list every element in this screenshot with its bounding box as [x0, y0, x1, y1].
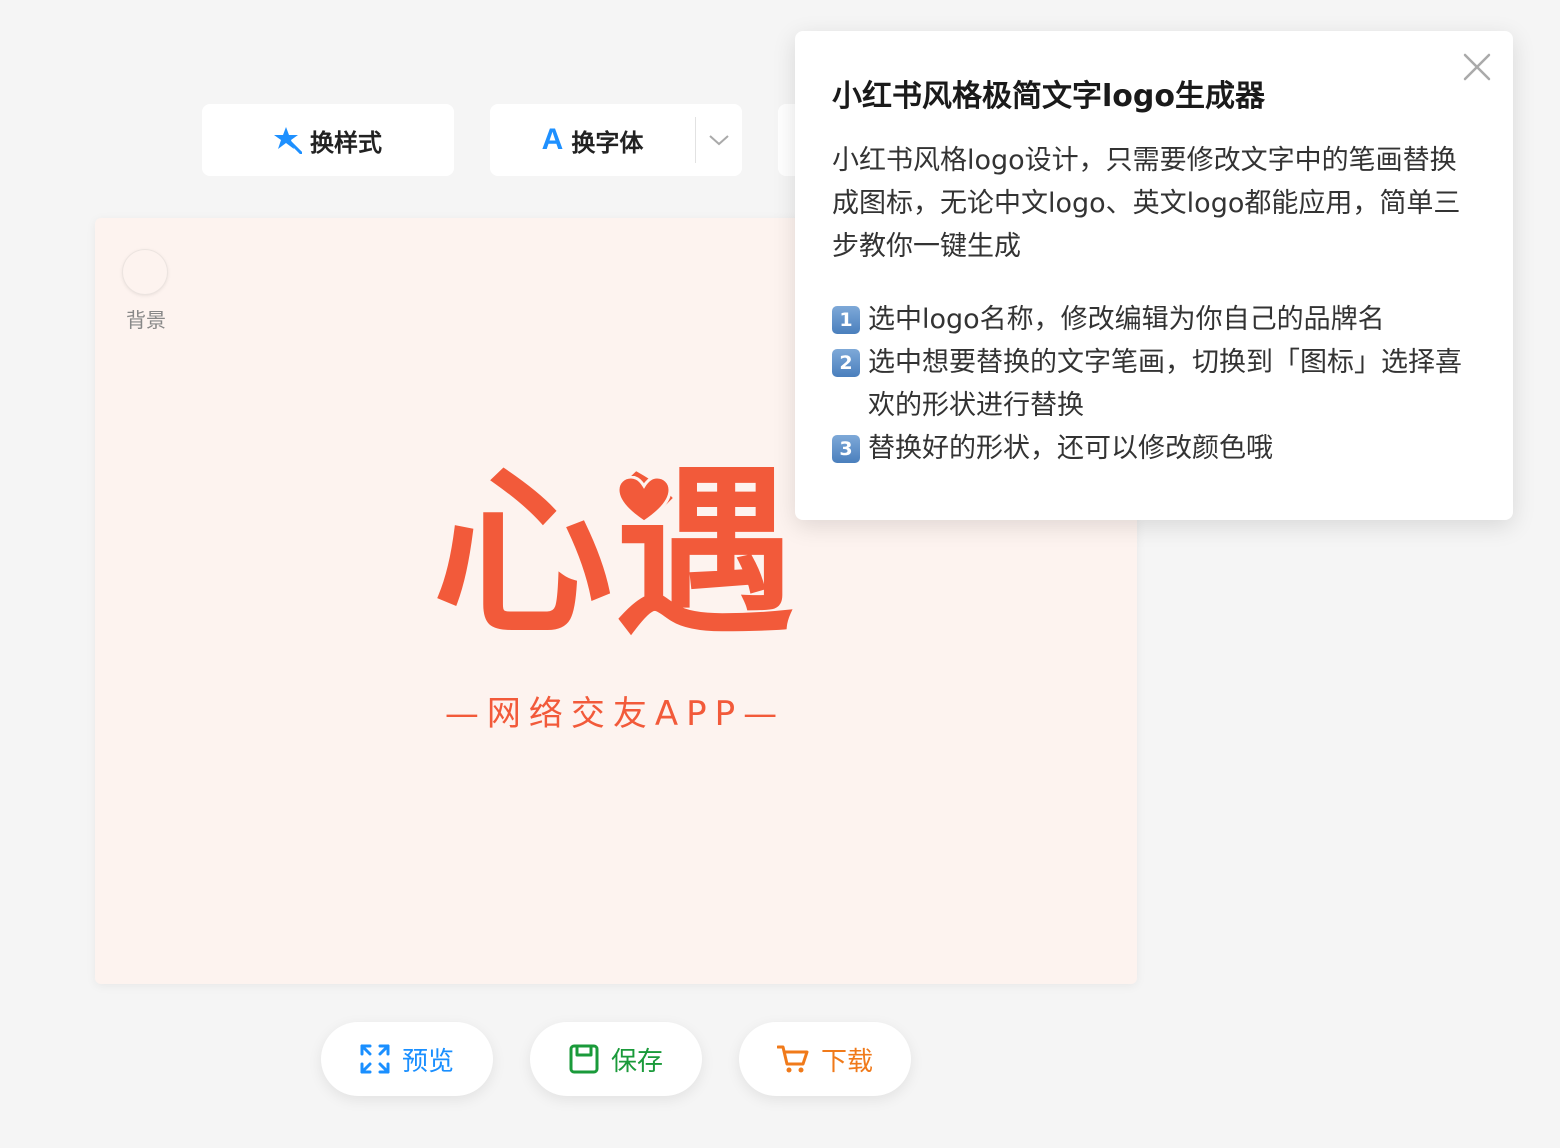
change-font-main[interactable]: A 换字体	[490, 104, 695, 176]
close-icon[interactable]	[1461, 51, 1493, 83]
step-text: 选中logo名称，修改编辑为你自己的品牌名	[868, 304, 1385, 335]
change-font-button[interactable]: A 换字体	[490, 104, 742, 176]
font-a-icon: A	[541, 123, 564, 156]
step-text: 替换好的形状，还可以修改颜色哦	[868, 433, 1273, 464]
heart-icon[interactable]	[617, 476, 671, 524]
expand-icon	[360, 1044, 390, 1074]
popup-title: 小红书风格极简文字logo生成器	[832, 79, 1265, 114]
magic-star-icon	[274, 127, 302, 154]
logo-subtitle-text[interactable]: —网络交友APP—	[440, 686, 790, 735]
number-one-badge-icon: 1	[832, 306, 860, 334]
popup-intro: 小红书风格logo设计，只需要修改文字中的笔画替换成图标，无论中文logo、英文…	[832, 145, 1461, 262]
logo-title-text[interactable]: 心遇	[425, 440, 805, 670]
download-label: 下载	[820, 1046, 873, 1077]
step-item: 1 选中logo名称，修改编辑为你自己的品牌名	[832, 298, 1482, 341]
floppy-disk-icon	[569, 1044, 599, 1074]
step-item: 2 选中想要替换的文字笔画，切换到「图标」选择喜欢的形状进行替换	[832, 341, 1482, 427]
preview-button[interactable]: 预览	[321, 1022, 493, 1096]
background-color-swatch[interactable]	[123, 250, 167, 294]
number-three-badge-icon: 3	[832, 435, 860, 463]
step-text: 选中想要替换的文字笔画，切换到「图标」选择喜欢的形状进行替换	[868, 347, 1462, 421]
change-style-button[interactable]: 换样式	[202, 104, 454, 176]
popup-body: 小红书风格logo设计，只需要修改文字中的笔画替换成图标，无论中文logo、英文…	[832, 139, 1482, 470]
shopping-cart-icon	[776, 1045, 809, 1073]
background-label: 背景	[126, 308, 166, 332]
download-button[interactable]: 下载	[739, 1022, 911, 1096]
number-two-badge-icon: 2	[832, 349, 860, 377]
change-font-label: 换字体	[571, 128, 644, 157]
save-label: 保存	[610, 1046, 663, 1077]
step-item: 3 替换好的形状，还可以修改颜色哦	[832, 427, 1482, 470]
chevron-down-icon	[709, 135, 729, 146]
intro-popup: 小红书风格极简文字logo生成器 小红书风格logo设计，只需要修改文字中的笔画…	[795, 31, 1513, 520]
save-button[interactable]: 保存	[530, 1022, 702, 1096]
preview-label: 预览	[401, 1046, 454, 1077]
font-dropdown-toggle[interactable]	[696, 133, 742, 147]
change-style-label: 换样式	[310, 128, 382, 157]
